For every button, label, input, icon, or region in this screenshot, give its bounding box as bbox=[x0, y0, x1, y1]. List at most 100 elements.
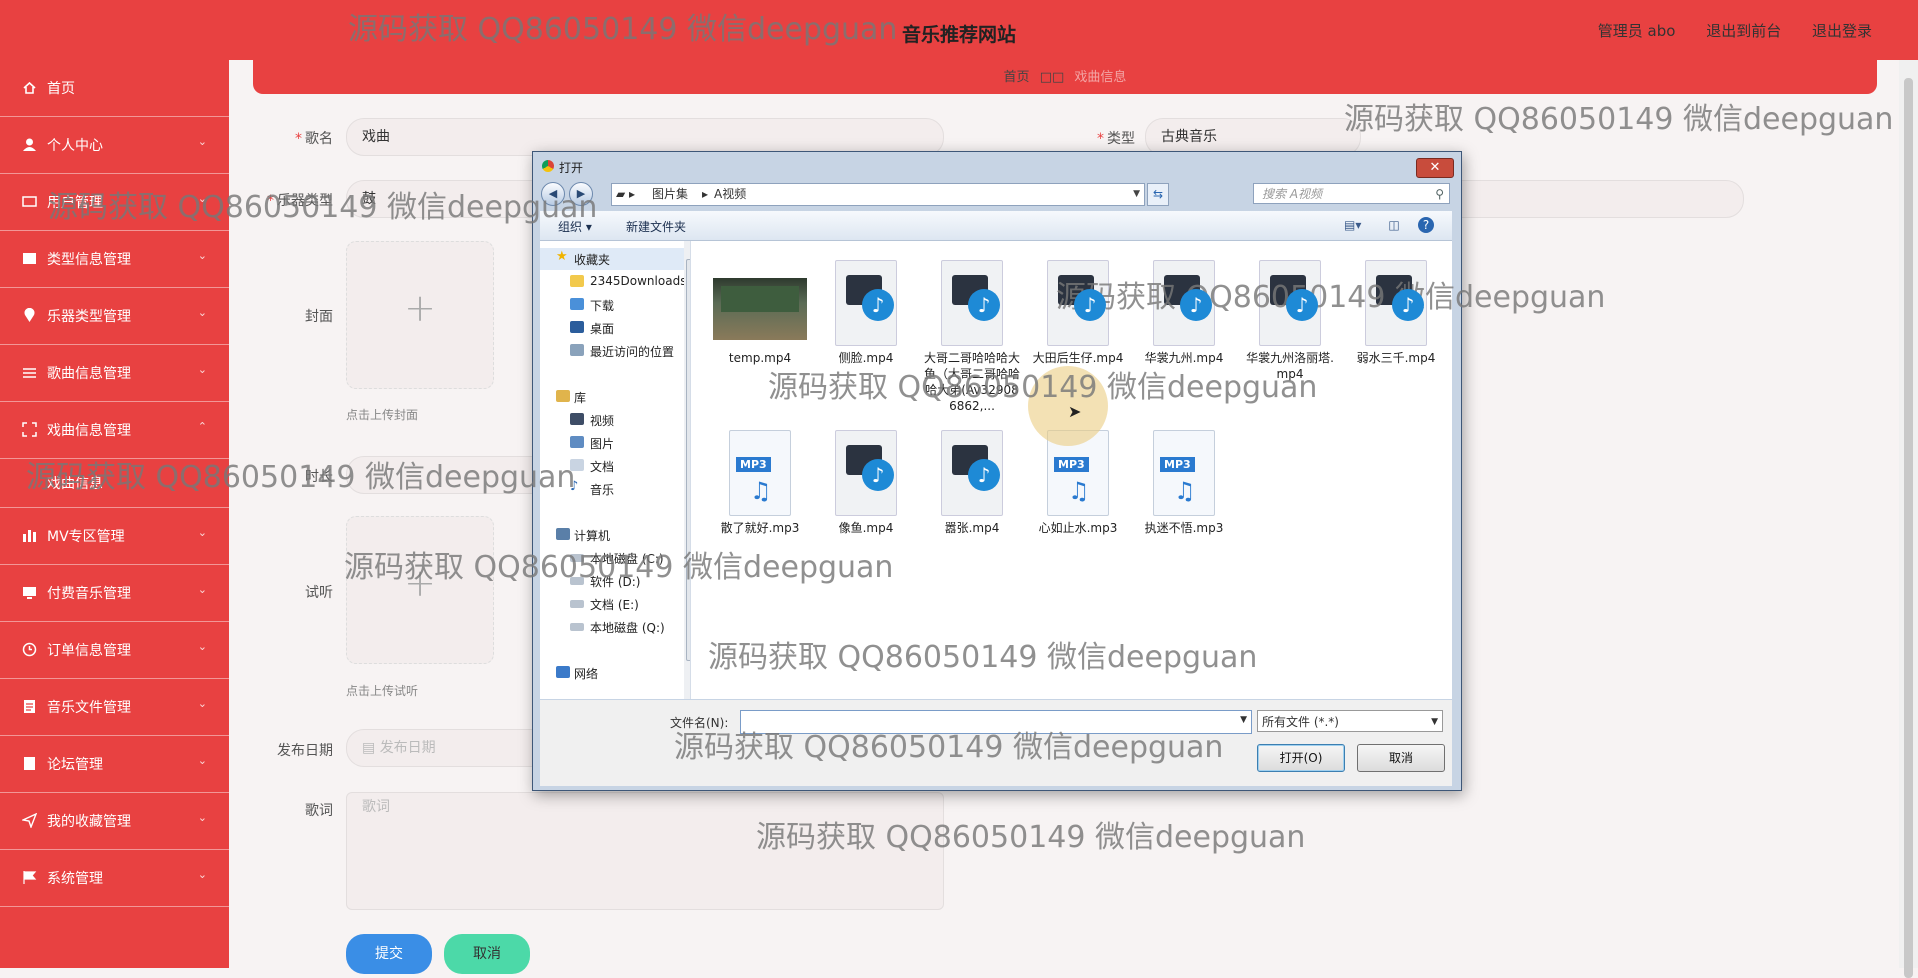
open-file-dialog: 打开 ✕ ◀ ▶ ▰ ▸ 图片集 ▸ A视频 ▼ ⇆ 搜索 A视频 ⚲ 组织 ▾ … bbox=[532, 151, 1462, 791]
chevron-down-icon[interactable]: ▼ bbox=[1240, 715, 1247, 725]
chevron-down-icon: ⌄ bbox=[197, 697, 207, 710]
sidebar-item-songs[interactable]: 歌曲信息管理 ⌄ bbox=[0, 345, 229, 402]
breadcrumb-separator: □□ bbox=[1039, 70, 1065, 85]
top-links: 管理员 abo 退出到前台 退出登录 bbox=[1572, 20, 1872, 41]
chevron-up-icon: ⌃ bbox=[197, 420, 207, 433]
users-icon bbox=[22, 194, 37, 209]
chevron-down-icon: ⌄ bbox=[197, 811, 207, 824]
nav-pane-scrollbar-thumb[interactable] bbox=[686, 259, 690, 661]
cancel-button[interactable]: 取消 bbox=[444, 934, 530, 974]
mp3-file-icon: MP3 ♫ bbox=[726, 430, 794, 516]
preview-pane-icon[interactable]: ◫ bbox=[1386, 217, 1402, 233]
cover-label: 封面 bbox=[305, 309, 333, 325]
sidebar-item-favorites[interactable]: 我的收藏管理 ⌄ bbox=[0, 793, 229, 850]
trial-uploader[interactable]: + bbox=[346, 516, 494, 664]
submit-button[interactable]: 提交 bbox=[346, 934, 432, 974]
nav-videos[interactable]: 视频 bbox=[540, 409, 690, 431]
watermark: 源码获取 QQ86050149 微信deepguan bbox=[1056, 280, 1606, 315]
exit-front-link[interactable]: 退出到前台 bbox=[1706, 22, 1781, 40]
chevron-down-icon: ⌄ bbox=[197, 306, 207, 319]
expand-icon bbox=[22, 422, 37, 437]
path-segment-1[interactable]: A视频 bbox=[714, 184, 746, 205]
filetype-select[interactable]: 所有文件 (*.*) ▼ bbox=[1257, 710, 1443, 732]
view-options-icon[interactable]: ▤▾ bbox=[1344, 217, 1361, 233]
top-bar: 音乐推荐网站 管理员 abo 退出到前台 退出登录 bbox=[0, 0, 1918, 60]
dialog-search-input[interactable]: 搜索 A视频 ⚲ bbox=[1253, 183, 1450, 204]
file-item[interactable]: ♪ 嚣张.mp4 bbox=[924, 430, 1020, 580]
address-bar[interactable]: ▰ ▸ 图片集 ▸ A视频 ▼ bbox=[611, 183, 1145, 206]
sidebar-item-paid-music[interactable]: 付费音乐管理 ⌄ bbox=[0, 565, 229, 622]
dialog-title: 打开 bbox=[559, 161, 584, 175]
watermark: 源码获取 QQ86050149 微信deepguan bbox=[708, 640, 1258, 675]
nav-favorites[interactable]: ★ 收藏夹 bbox=[540, 248, 690, 270]
breadcrumb-current: 戏曲信息 bbox=[1074, 70, 1127, 85]
recent-places-icon bbox=[570, 344, 584, 356]
picture-library-icon bbox=[570, 436, 584, 448]
nav-pictures[interactable]: 图片 bbox=[540, 432, 690, 454]
dialog-cancel-button[interactable]: 取消 bbox=[1357, 744, 1445, 772]
sidebar-item-instruments[interactable]: 乐器类型管理 ⌄ bbox=[0, 288, 229, 345]
mp3-file-icon: MP3 ♫ bbox=[1150, 430, 1218, 516]
sidebar-item-music-files[interactable]: 音乐文件管理 ⌄ bbox=[0, 679, 229, 736]
nav-network[interactable]: 网络 bbox=[540, 662, 690, 684]
forum-icon bbox=[22, 756, 37, 771]
chevron-down-icon: ⌄ bbox=[197, 526, 207, 539]
date-label: 发布日期 bbox=[277, 743, 333, 759]
nav-recent[interactable]: 最近访问的位置 bbox=[540, 340, 690, 362]
lyrics-label: 歌词 bbox=[305, 803, 333, 819]
video-file-icon: ♪ bbox=[832, 260, 900, 346]
sidebar-item-types[interactable]: 类型信息管理 ⌄ bbox=[0, 231, 229, 288]
nav-drive-q[interactable]: 本地磁盘 (Q:) bbox=[540, 616, 690, 638]
chevron-down-icon[interactable]: ▼ bbox=[1133, 184, 1140, 205]
watermark: 源码获取 QQ86050149 微信deepguan bbox=[348, 12, 898, 47]
file-item[interactable]: MP3 ♫ 心如止水.mp3 bbox=[1030, 430, 1126, 580]
sidebar-item-system[interactable]: 系统管理 ⌄ bbox=[0, 850, 229, 907]
sidebar-item-forum[interactable]: 论坛管理 ⌄ bbox=[0, 736, 229, 793]
trial-label: 试听 bbox=[305, 585, 333, 601]
clock-icon bbox=[22, 642, 37, 657]
video-file-icon: ♪ bbox=[832, 430, 900, 516]
path-segment-0[interactable]: 图片集 bbox=[652, 184, 688, 205]
help-icon[interactable]: ? bbox=[1418, 217, 1434, 233]
trial-hint: 点击上传试听 bbox=[346, 684, 419, 698]
dialog-toolbar: 组织 ▾ 新建文件夹 ▤▾ ◫ ? bbox=[540, 211, 1452, 241]
watermark: 源码获取 QQ86050149 微信deepguan bbox=[26, 460, 576, 495]
sliders-icon bbox=[22, 365, 37, 380]
folder-icon bbox=[570, 275, 584, 287]
sidebar-item-opera[interactable]: 戏曲信息管理 ⌃ bbox=[0, 402, 229, 459]
close-icon[interactable]: ✕ bbox=[1416, 158, 1454, 178]
open-button[interactable]: 打开(O) bbox=[1257, 744, 1345, 772]
location-icon bbox=[22, 307, 37, 323]
cover-hint: 点击上传封面 bbox=[346, 408, 419, 422]
nav-downloads[interactable]: 下载 bbox=[540, 294, 690, 316]
video-file-icon: ♪ bbox=[938, 430, 1006, 516]
sidebar-item-orders[interactable]: 订单信息管理 ⌄ bbox=[0, 622, 229, 679]
breadcrumb-home[interactable]: 首页 bbox=[1004, 70, 1030, 85]
video-thumbnail-icon bbox=[713, 260, 807, 344]
nav-libraries[interactable]: 库 bbox=[540, 386, 690, 408]
new-folder-button[interactable]: 新建文件夹 bbox=[626, 218, 686, 235]
nav-desktop[interactable]: 桌面 bbox=[540, 317, 690, 339]
nav-pane-scrollbar[interactable] bbox=[684, 241, 690, 699]
breadcrumb-band: 首页 □□ 戏曲信息 bbox=[253, 60, 1877, 94]
send-icon bbox=[20, 812, 38, 830]
chevron-down-icon: ⌄ bbox=[197, 583, 207, 596]
logout-link[interactable]: 退出登录 bbox=[1812, 22, 1872, 40]
list-icon bbox=[22, 251, 37, 266]
network-icon bbox=[556, 666, 570, 678]
page-scrollbar-thumb[interactable] bbox=[1904, 78, 1913, 978]
cover-uploader[interactable]: + bbox=[346, 241, 494, 389]
nav-drive-e[interactable]: 文档 (E:) bbox=[540, 593, 690, 615]
nav-2345downloads[interactable]: 2345Downloads bbox=[540, 271, 690, 293]
page-scrollbar[interactable] bbox=[1899, 60, 1918, 978]
watermark: 源码获取 QQ86050149 微信deepguan bbox=[344, 550, 894, 585]
breadcrumb: 首页 □□ 戏曲信息 bbox=[253, 66, 1877, 85]
refresh-icon[interactable]: ⇆ bbox=[1147, 183, 1169, 206]
sidebar-item-mv[interactable]: MV专区管理 ⌄ bbox=[0, 508, 229, 565]
chevron-down-icon: ⌄ bbox=[197, 868, 207, 881]
sidebar-item-home[interactable]: 首页 bbox=[0, 60, 229, 117]
watermark: 源码获取 QQ86050149 微信deepguan bbox=[48, 190, 598, 225]
sidebar-item-personal[interactable]: 个人中心 ⌄ bbox=[0, 117, 229, 174]
file-item[interactable]: MP3 ♫ 执迷不悟.mp3 bbox=[1136, 430, 1232, 580]
watermark: 源码获取 QQ86050149 微信deepguan bbox=[1344, 102, 1894, 137]
